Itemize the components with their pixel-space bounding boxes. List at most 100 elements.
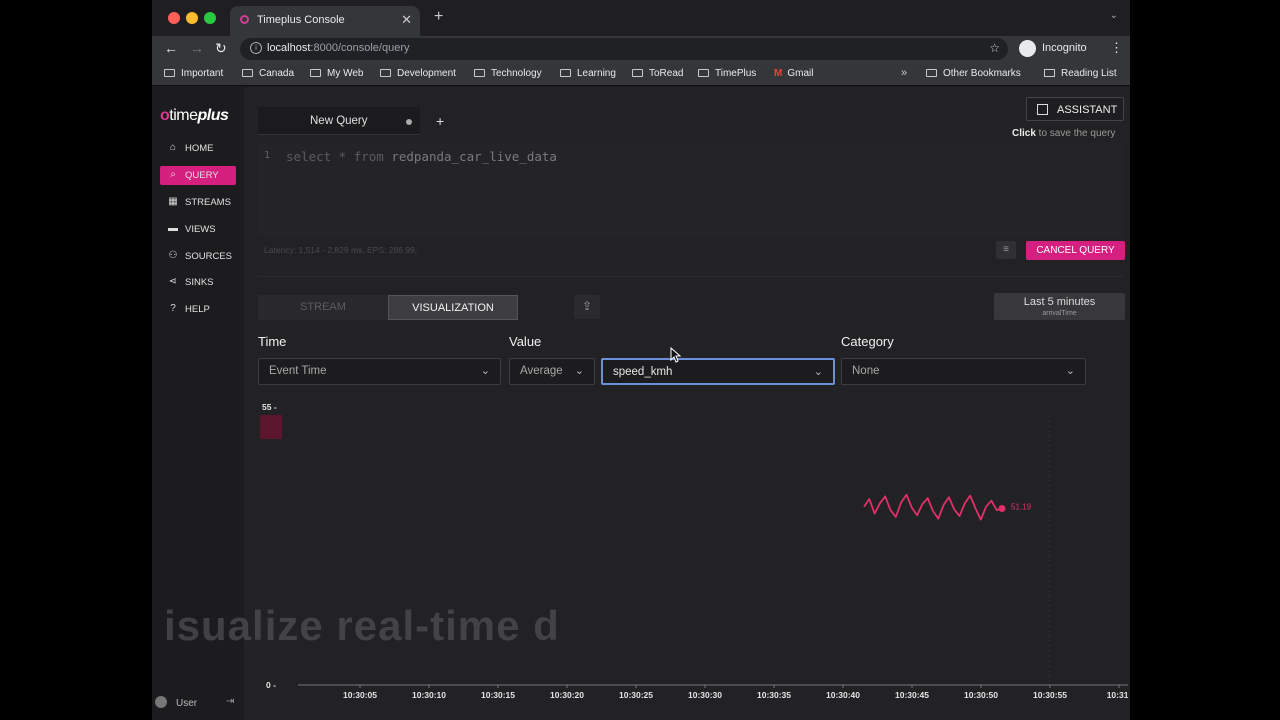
sidebar-item-label: HELP — [185, 304, 210, 315]
assistant-label: ASSISTANT — [1057, 104, 1118, 116]
bookmark-other[interactable]: Other Bookmarks — [926, 68, 1021, 79]
tab-visualization[interactable]: VISUALIZATION — [388, 295, 518, 320]
sources-icon: ⚇ — [168, 250, 178, 261]
sidebar-item-streams[interactable]: ▦ STREAMS — [160, 193, 236, 212]
cancel-query-button[interactable]: CANCEL QUERY — [1026, 241, 1125, 260]
latency-status: Latency: 1,514 - 2,829 ms, EPS: 286.99, — [264, 245, 418, 255]
x-tick-label: 10:30:15 — [481, 690, 515, 700]
query-tab[interactable]: New Query — [258, 107, 420, 135]
bookmark-development[interactable]: Development — [380, 68, 456, 79]
logo-prefix: time — [169, 107, 198, 124]
x-tick-label: 10:30:35 — [757, 690, 791, 700]
logout-icon[interactable]: ⇥ — [226, 696, 234, 707]
forward-arrow-icon[interactable]: → — [190, 40, 204, 56]
add-query-tab-icon[interactable]: + — [436, 113, 444, 129]
more-bookmarks-chevron[interactable]: » — [901, 67, 907, 79]
bookmark-important[interactable]: Important — [164, 68, 223, 79]
bookmark-my-web[interactable]: My Web — [310, 68, 364, 79]
views-icon: ▬ — [168, 223, 178, 234]
table-icon: ▦ — [168, 196, 178, 207]
user-name: User — [176, 698, 198, 709]
video-caption-overlay: isualize real-time d — [164, 602, 560, 649]
new-tab-icon[interactable]: + — [434, 8, 443, 26]
assistant-button[interactable]: ASSISTANT — [1026, 97, 1124, 121]
folder-icon — [310, 69, 321, 77]
save-query-hint: Click to save the query — [1012, 128, 1115, 139]
grid-icon — [1037, 104, 1048, 115]
sidebar-item-sources[interactable]: ⚇ SOURCES — [160, 247, 236, 266]
user-menu[interactable]: User ⇥ — [152, 690, 244, 714]
sidebar-item-label: HOME — [185, 143, 214, 154]
bookmark-star-icon[interactable]: ☆ — [989, 41, 1000, 55]
line-number: 1 — [264, 150, 271, 161]
sidebar-item-label: SOURCES — [185, 251, 232, 262]
sidebar-item-sinks[interactable]: ⋖ SINKS — [160, 273, 236, 292]
browser-toolbar: ← → ↻ i localhost:8000/console/query ☆ I… — [152, 36, 1130, 62]
sidebar-item-home[interactable]: ⌂ HOME — [160, 139, 236, 158]
timeplus-app: otimeplus ⌂ HOME ⌕ QUERY ▦ STREAMS ▬ VIEWS ⚇… — [152, 87, 1130, 720]
hint-rest: to save the query — [1035, 128, 1116, 139]
timeplus-logo[interactable]: otimeplus — [160, 107, 229, 125]
bookmark-label: Other Bookmarks — [943, 68, 1021, 79]
tab-search-chevron-icon[interactable]: ⌄ — [1110, 10, 1118, 21]
back-arrow-icon[interactable]: ← — [164, 40, 178, 56]
y-tick-label: 55 - — [262, 402, 277, 412]
sql-keywords: select * from — [286, 149, 392, 164]
sidebar-item-query[interactable]: ⌕ QUERY — [160, 166, 236, 185]
folder-icon — [926, 69, 937, 77]
time-range-field: arrivalTime — [1042, 310, 1077, 317]
bookmark-learning[interactable]: Learning — [560, 68, 616, 79]
bookmarks-bar: Important Canada My Web Development Tech… — [152, 62, 1130, 86]
bookmark-gmail[interactable]: M Gmail — [774, 68, 813, 79]
close-tab-icon[interactable]: ✕ — [401, 12, 412, 28]
sql-table-name: redpanda_car_live_data — [391, 149, 557, 164]
folder-icon — [242, 69, 253, 77]
x-tick-label: 10:30:25 — [619, 690, 653, 700]
home-icon: ⌂ — [169, 142, 177, 153]
browser-menu-icon[interactable]: ⋮ — [1110, 40, 1123, 56]
bookmark-label: Canada — [259, 68, 295, 79]
aggregation-value: Average — [520, 365, 563, 377]
divider — [258, 276, 1124, 277]
x-tick-label: 10:30:45 — [895, 690, 929, 700]
maximize-window-button[interactable] — [204, 12, 216, 24]
category-select[interactable]: None ⌄ — [841, 358, 1086, 385]
sql-code: select * from redpanda_car_live_data — [286, 149, 557, 164]
bookmark-technology[interactable]: Technology — [474, 68, 542, 79]
hint-click-word[interactable]: Click — [1012, 128, 1036, 139]
value-field-select[interactable]: speed_kmh ⌄ — [601, 358, 835, 385]
sidebar-item-help[interactable]: ? HELP — [160, 300, 236, 319]
bookmark-toread[interactable]: ToRead — [632, 68, 683, 79]
time-field-select[interactable]: Event Time ⌄ — [258, 358, 501, 385]
sidebar-item-views[interactable]: ▬ VIEWS — [160, 220, 236, 239]
url-host: localhost — [267, 42, 311, 54]
bookmark-timeplus[interactable]: TimePlus — [698, 68, 756, 79]
tab-stream[interactable]: STREAM — [258, 295, 388, 320]
sidebar-item-label: SINKS — [185, 277, 214, 288]
minimize-window-button[interactable] — [186, 12, 198, 24]
x-tick-label: 10:30:05 — [343, 690, 377, 700]
time-field-label: Time — [258, 334, 287, 349]
last-point-marker — [998, 505, 1006, 513]
folder-icon — [164, 69, 175, 77]
address-bar[interactable]: i localhost:8000/console/query ☆ — [240, 38, 1008, 60]
incognito-icon[interactable] — [1019, 40, 1036, 57]
time-range-selector[interactable]: Last 5 minutes arrivalTime — [994, 293, 1125, 320]
mouse-cursor-icon — [670, 347, 682, 363]
reload-icon[interactable]: ↻ — [215, 40, 227, 57]
close-window-button[interactable] — [168, 12, 180, 24]
format-query-icon[interactable]: ≡ — [996, 241, 1016, 259]
share-icon: ⋖ — [168, 276, 178, 287]
bookmark-label: Reading List — [1061, 68, 1117, 79]
search-icon: ⌕ — [170, 169, 176, 180]
aggregation-select[interactable]: Average ⌄ — [509, 358, 595, 385]
export-upload-icon[interactable]: ⇪ — [574, 295, 600, 319]
browser-tab[interactable]: Timeplus Console ✕ — [230, 6, 420, 36]
reading-list[interactable]: Reading List — [1044, 68, 1117, 79]
browser-tab-title: Timeplus Console — [257, 14, 345, 26]
bookmark-label: TimePlus — [715, 68, 757, 79]
profile-label[interactable]: Incognito — [1042, 42, 1087, 54]
bookmark-canada[interactable]: Canada — [242, 68, 294, 79]
sql-editor[interactable]: 1 select * from redpanda_car_live_data — [258, 143, 1124, 237]
site-info-icon[interactable]: i — [250, 42, 262, 54]
